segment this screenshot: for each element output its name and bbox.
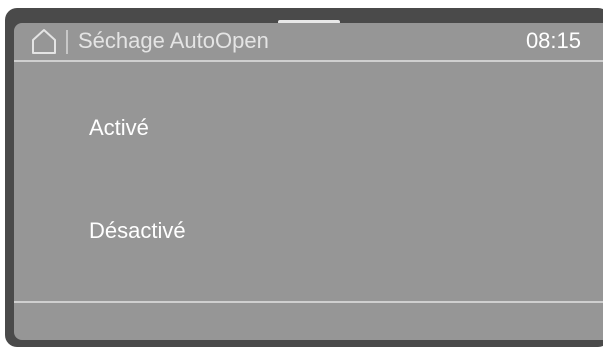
display-screen: Séchage AutoOpen 08:15 Activé Désactivé [14,23,603,340]
header-bar: Séchage AutoOpen 08:15 [14,23,603,61]
header-separator [66,30,68,54]
header-divider [14,60,603,62]
bottom-bar [14,303,603,340]
appliance-display: Séchage AutoOpen 08:15 Activé Désactivé [0,0,603,350]
home-icon[interactable] [31,27,57,55]
option-inactive[interactable]: Désactivé [14,188,603,278]
page-title: Séchage AutoOpen [78,28,269,53]
option-label: Activé [89,115,149,140]
option-label: Désactivé [89,218,186,243]
option-active[interactable]: Activé [14,83,603,173]
clock-time: 08:15 [525,28,581,53]
